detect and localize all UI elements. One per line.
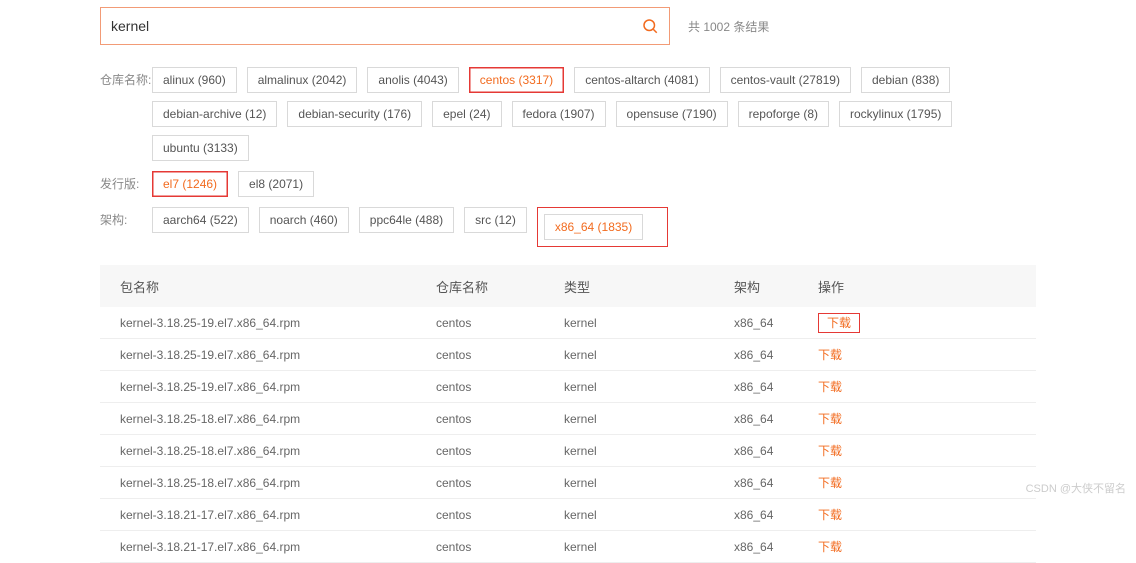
repo-tag[interactable]: epel (24) xyxy=(432,101,501,127)
download-link[interactable]: 下载 xyxy=(818,476,842,490)
cell-arch: x86_64 xyxy=(734,380,818,394)
cell-action: 下载 xyxy=(818,314,878,331)
arch-tag[interactable]: noarch (460) xyxy=(259,207,349,233)
cell-type: kernel xyxy=(564,316,734,330)
download-link[interactable]: 下载 xyxy=(818,380,842,394)
cell-action: 下载 xyxy=(818,474,878,491)
repo-tag[interactable]: alinux (960) xyxy=(152,67,237,93)
repo-tag[interactable]: centos-vault (27819) xyxy=(720,67,851,93)
cell-action: 下载 xyxy=(818,538,878,555)
filter-repo-label: 仓库名称: xyxy=(100,67,152,93)
cell-pkg: kernel-3.18.25-19.el7.x86_64.rpm xyxy=(120,348,436,362)
cell-repo: centos xyxy=(436,540,564,554)
repo-tag[interactable]: opensuse (7190) xyxy=(616,101,728,127)
watermark: CSDN @大侠不留名 xyxy=(1026,480,1126,496)
cell-arch: x86_64 xyxy=(734,412,818,426)
dist-tag[interactable]: el7 (1246) xyxy=(152,171,228,197)
table-row: kernel-3.18.25-18.el7.x86_64.rpmcentoske… xyxy=(100,467,1036,499)
download-link[interactable]: 下载 xyxy=(818,348,842,362)
results-table: 包名称 仓库名称 类型 架构 操作 kernel-3.18.25-19.el7.… xyxy=(100,265,1036,563)
cell-pkg: kernel-3.18.25-18.el7.x86_64.rpm xyxy=(120,412,436,426)
repo-tag[interactable]: almalinux (2042) xyxy=(247,67,358,93)
search-input[interactable] xyxy=(111,18,641,34)
filter-dist-row: 发行版: el7 (1246) el8 (2071) xyxy=(100,171,1036,197)
cell-action: 下载 xyxy=(818,410,878,427)
arch-tag[interactable]: ppc64le (488) xyxy=(359,207,454,233)
repo-tag[interactable]: fedora (1907) xyxy=(512,101,606,127)
filter-repo-row: 仓库名称: alinux (960) almalinux (2042) anolis… xyxy=(100,67,1036,161)
col-header-type: 类型 xyxy=(564,277,734,296)
result-count: 共 1002 条结果 xyxy=(688,18,769,35)
cell-type: kernel xyxy=(564,348,734,362)
search-row: 共 1002 条结果 xyxy=(100,7,1036,45)
download-link[interactable]: 下载 xyxy=(818,540,842,554)
table-row: kernel-3.18.25-19.el7.x86_64.rpmcentoske… xyxy=(100,307,1036,339)
cell-type: kernel xyxy=(564,412,734,426)
cell-type: kernel xyxy=(564,380,734,394)
table-row: kernel-3.18.21-17.el7.x86_64.rpmcentoske… xyxy=(100,499,1036,531)
search-icon[interactable] xyxy=(641,17,659,35)
cell-arch: x86_64 xyxy=(734,508,818,522)
download-link[interactable]: 下载 xyxy=(818,313,860,333)
cell-arch: x86_64 xyxy=(734,476,818,490)
repo-tag[interactable]: debian-security (176) xyxy=(287,101,422,127)
search-box[interactable] xyxy=(100,7,670,45)
cell-arch: x86_64 xyxy=(734,540,818,554)
filter-dist-label: 发行版: xyxy=(100,171,152,197)
table-header: 包名称 仓库名称 类型 架构 操作 xyxy=(100,265,1036,307)
cell-repo: centos xyxy=(436,348,564,362)
cell-arch: x86_64 xyxy=(734,348,818,362)
cell-repo: centos xyxy=(436,444,564,458)
repo-tag[interactable]: centos (3317) xyxy=(469,67,564,93)
table-row: kernel-3.18.25-18.el7.x86_64.rpmcentoske… xyxy=(100,435,1036,467)
cell-repo: centos xyxy=(436,412,564,426)
repo-tag[interactable]: ubuntu (3133) xyxy=(152,135,249,161)
cell-type: kernel xyxy=(564,444,734,458)
filter-arch-label: 架构: xyxy=(100,207,152,233)
cell-type: kernel xyxy=(564,540,734,554)
cell-type: kernel xyxy=(564,508,734,522)
cell-repo: centos xyxy=(436,316,564,330)
cell-type: kernel xyxy=(564,476,734,490)
cell-action: 下载 xyxy=(818,378,878,395)
table-row: kernel-3.18.21-17.el7.x86_64.rpmcentoske… xyxy=(100,531,1036,563)
download-link[interactable]: 下载 xyxy=(818,412,842,426)
repo-tag[interactable]: rockylinux (1795) xyxy=(839,101,952,127)
cell-repo: centos xyxy=(436,380,564,394)
repo-tag[interactable]: debian (838) xyxy=(861,67,950,93)
cell-action: 下载 xyxy=(818,442,878,459)
cell-pkg: kernel-3.18.25-18.el7.x86_64.rpm xyxy=(120,444,436,458)
cell-pkg: kernel-3.18.25-19.el7.x86_64.rpm xyxy=(120,380,436,394)
repo-tag[interactable]: debian-archive (12) xyxy=(152,101,277,127)
cell-repo: centos xyxy=(436,476,564,490)
col-header-pkg: 包名称 xyxy=(120,277,436,296)
cell-action: 下载 xyxy=(818,346,878,363)
arch-tag[interactable]: src (12) xyxy=(464,207,527,233)
arch-tag[interactable]: x86_64 (1835) xyxy=(544,214,643,240)
cell-action: 下载 xyxy=(818,506,878,523)
repo-tag[interactable]: repoforge (8) xyxy=(738,101,829,127)
cell-arch: x86_64 xyxy=(734,316,818,330)
arch-highlight: x86_64 (1835) xyxy=(537,207,668,247)
arch-tag[interactable]: aarch64 (522) xyxy=(152,207,249,233)
repo-tag[interactable]: centos-altarch (4081) xyxy=(574,67,709,93)
cell-pkg: kernel-3.18.21-17.el7.x86_64.rpm xyxy=(120,508,436,522)
cell-pkg: kernel-3.18.25-18.el7.x86_64.rpm xyxy=(120,476,436,490)
table-row: kernel-3.18.25-19.el7.x86_64.rpmcentoske… xyxy=(100,371,1036,403)
cell-pkg: kernel-3.18.25-19.el7.x86_64.rpm xyxy=(120,316,436,330)
download-link[interactable]: 下载 xyxy=(818,508,842,522)
col-header-act: 操作 xyxy=(818,277,878,296)
repo-tag[interactable]: anolis (4043) xyxy=(367,67,458,93)
table-row: kernel-3.18.25-18.el7.x86_64.rpmcentoske… xyxy=(100,403,1036,435)
filter-arch-row: 架构: aarch64 (522) noarch (460) ppc64le (48… xyxy=(100,207,1036,247)
col-header-arch: 架构 xyxy=(734,277,818,296)
cell-pkg: kernel-3.18.21-17.el7.x86_64.rpm xyxy=(120,540,436,554)
download-link[interactable]: 下载 xyxy=(818,444,842,458)
dist-tag[interactable]: el8 (2071) xyxy=(238,171,314,197)
cell-repo: centos xyxy=(436,508,564,522)
col-header-repo: 仓库名称 xyxy=(436,277,564,296)
cell-arch: x86_64 xyxy=(734,444,818,458)
table-row: kernel-3.18.25-19.el7.x86_64.rpmcentoske… xyxy=(100,339,1036,371)
